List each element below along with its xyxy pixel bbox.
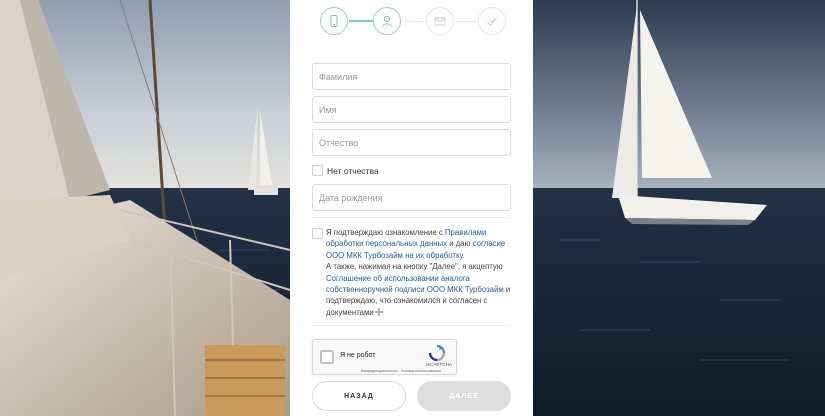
consent-text-part: и даю	[447, 239, 473, 249]
recaptcha-brand: reCAPTCHA	[425, 362, 452, 367]
step-email[interactable]	[426, 7, 454, 35]
step-confirm[interactable]	[478, 7, 506, 35]
recaptcha-widget: Я не робот reCAPTCHA Конфиденциальность …	[312, 339, 457, 375]
no-patronymic-checkbox[interactable]	[312, 165, 323, 176]
next-button[interactable]: ДАЛЕЕ	[417, 381, 511, 411]
birth-date-input[interactable]	[312, 184, 511, 211]
step-personal-data[interactable]	[373, 7, 401, 35]
phone-icon	[330, 15, 338, 27]
recaptcha-checkbox[interactable]	[320, 350, 334, 364]
mail-icon	[434, 17, 446, 26]
recaptcha-label: Я не робот	[340, 352, 376, 359]
consent-text-part: А также, нажимая на кнопку "Далее", я ак…	[326, 262, 503, 272]
patronymic-input[interactable]	[312, 129, 511, 156]
step-connector	[402, 21, 426, 22]
step-connector	[349, 20, 373, 22]
plus-icon[interactable]	[374, 307, 383, 316]
step-progress	[320, 7, 506, 35]
back-button[interactable]: НАЗАД	[312, 381, 406, 411]
divider	[312, 325, 511, 326]
signature-agreement-link[interactable]: Соглашение об использовании аналога собс…	[326, 274, 504, 294]
consent-checkbox[interactable]	[312, 228, 323, 239]
check-icon	[487, 17, 497, 26]
last-name-input[interactable]	[312, 63, 511, 90]
consent-text-part: Я подтверждаю ознакомление с	[326, 228, 445, 237]
user-icon	[382, 15, 392, 27]
first-name-input[interactable]	[312, 96, 511, 123]
step-connector	[455, 21, 479, 22]
no-patronymic-label[interactable]: Нет отчества	[327, 166, 379, 176]
step-phone[interactable]	[320, 7, 348, 35]
recaptcha-links[interactable]: Конфиденциальность - Условия использован…	[361, 369, 441, 373]
recaptcha-logo-icon	[428, 344, 446, 362]
divider	[312, 217, 511, 218]
consent-text: Я подтверждаю ознакомление с Правилами о…	[326, 227, 512, 318]
registration-form-card: Нет отчества Я подтверждаю ознакомление …	[290, 0, 533, 416]
consent-text-part: .	[462, 250, 465, 260]
